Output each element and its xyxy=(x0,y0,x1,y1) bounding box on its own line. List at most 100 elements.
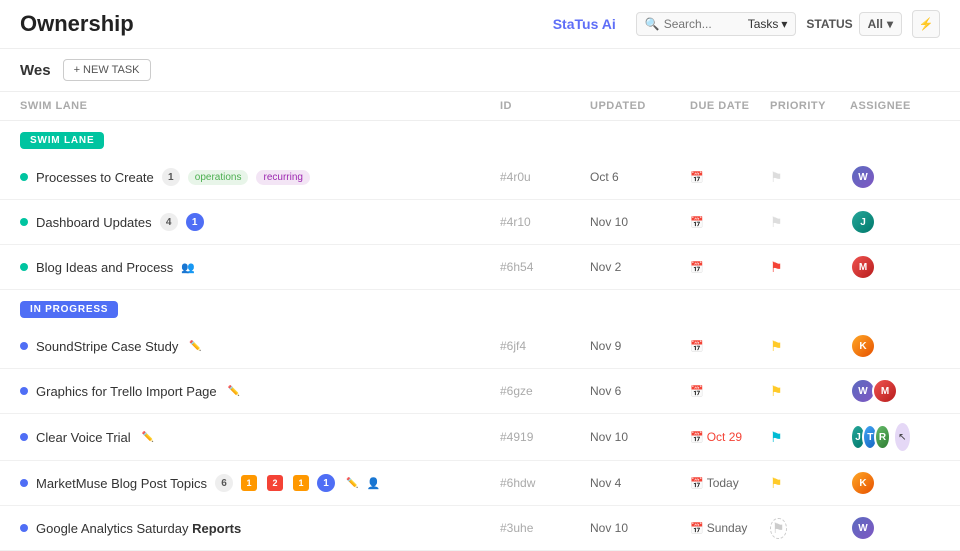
task-due: 📅 Sunday xyxy=(690,521,770,535)
task-id: #3uhe xyxy=(500,521,590,535)
page-title: Ownership xyxy=(20,11,553,37)
col-updated: UPDATED xyxy=(590,100,690,112)
calendar-icon: 📅 xyxy=(690,522,704,535)
task-updated: Nov 4 xyxy=(590,476,690,490)
status-dot xyxy=(20,218,28,226)
task-name-cell: Blog Ideas and Process 👥 xyxy=(20,260,500,275)
status-dot xyxy=(20,387,28,395)
search-box[interactable]: 🔍 Tasks ▾ xyxy=(636,12,797,36)
task-id: #4919 xyxy=(500,430,590,444)
chevron-down-icon: ▾ xyxy=(781,17,787,31)
calendar-icon: 📅 xyxy=(690,431,704,444)
col-priority: PRIORITY xyxy=(770,100,850,112)
task-due: 📅 xyxy=(690,216,770,229)
task-updated: Nov 10 xyxy=(590,430,690,444)
sub-badge-3: 1 xyxy=(293,475,309,491)
avatar: K xyxy=(850,333,876,359)
task-id: #6jf4 xyxy=(500,339,590,353)
task-name: Google Analytics Saturday Reports xyxy=(36,521,241,536)
task-id: #4r0u xyxy=(500,170,590,184)
status-dot xyxy=(20,342,28,350)
priority-cell: ⚑ xyxy=(770,169,850,186)
header-controls: StaTus Ai 🔍 Tasks ▾ STATUS All ▾ ⚡ xyxy=(553,10,940,38)
task-name-cell: Google Analytics Saturday Reports xyxy=(20,521,500,536)
priority-flag-red: ⚑ xyxy=(770,259,783,276)
in-progress-badge: IN PROGRESS xyxy=(20,301,118,318)
task-name-cell: SoundStripe Case Study ✏️ xyxy=(20,339,500,354)
priority-cell: ⚑ xyxy=(770,338,850,355)
tag-recurring: recurring xyxy=(256,170,309,185)
task-name: MarketMuse Blog Post Topics xyxy=(36,476,207,491)
task-id: #6gze xyxy=(500,384,590,398)
table-row[interactable]: Graphics for Trello Import Page ✏️ #6gze… xyxy=(0,369,960,414)
task-id: #6h54 xyxy=(500,260,590,274)
edit-icon[interactable]: ✏️ xyxy=(189,341,201,352)
priority-cell: ⚑ xyxy=(770,259,850,276)
col-id: ID xyxy=(500,100,590,112)
edit-icon[interactable]: ✏️ xyxy=(346,478,358,489)
table-row[interactable]: SoundStripe Case Study ✏️ #6jf4 Nov 9 📅 … xyxy=(0,324,960,369)
people-icon: 👥 xyxy=(181,261,195,274)
task-name: Dashboard Updates xyxy=(36,215,152,230)
assignee-cell: K xyxy=(850,333,910,359)
avatar: W xyxy=(850,515,876,541)
col-assignee: ASSIGNEE xyxy=(850,100,910,112)
priority-cell: ⚑ xyxy=(770,518,850,539)
status-filter: STATUS All ▾ xyxy=(806,12,902,36)
calendar-icon: 📅 xyxy=(690,477,704,490)
due-date-text: Today xyxy=(707,476,739,490)
avatar: R xyxy=(874,424,890,450)
status-dot xyxy=(20,263,28,271)
task-updated: Nov 9 xyxy=(590,339,690,353)
avatar: M xyxy=(850,254,876,280)
badge-count: 1 xyxy=(162,168,180,186)
assignee-cell: M xyxy=(850,254,910,280)
table-row[interactable]: Dashboard Updates 4 1 #4r10 Nov 10 📅 ⚑ J xyxy=(0,200,960,245)
priority-cell: ⚑ xyxy=(770,214,850,231)
task-updated: Nov 10 xyxy=(590,215,690,229)
task-due: 📅 Today xyxy=(690,476,770,490)
sub-badge-2: 2 xyxy=(267,475,283,491)
search-input[interactable] xyxy=(664,17,744,31)
status-dot xyxy=(20,479,28,487)
table-row[interactable]: Blog Ideas and Process 👥 #6h54 Nov 2 📅 ⚑… xyxy=(0,245,960,290)
badge-extra-1: 1 xyxy=(317,474,335,492)
tasks-dropdown-trigger[interactable]: Tasks ▾ xyxy=(748,17,788,31)
task-name: Processes to Create xyxy=(36,170,154,185)
table-row[interactable]: Processes to Create 1 operations recurri… xyxy=(0,155,960,200)
filter-button[interactable]: ⚡ xyxy=(912,10,940,38)
status-all-dropdown[interactable]: All ▾ xyxy=(859,12,902,36)
assignee-cell: K xyxy=(850,470,910,496)
cursor-indicator: ↖ xyxy=(895,423,910,451)
chevron-down-icon: ▾ xyxy=(887,17,893,31)
new-task-button[interactable]: + NEW TASK xyxy=(63,59,151,81)
task-name-cell: MarketMuse Blog Post Topics 6 1 2 1 1 ✏️… xyxy=(20,474,500,492)
status-dot xyxy=(20,173,28,181)
badge-count-6: 6 xyxy=(215,474,233,492)
task-name-cell: Graphics for Trello Import Page ✏️ xyxy=(20,384,500,399)
task-due: 📅 xyxy=(690,385,770,398)
edit-icon[interactable]: ✏️ xyxy=(228,386,240,397)
avatar: K xyxy=(850,470,876,496)
badge-count: 4 xyxy=(160,213,178,231)
task-name-cell: Dashboard Updates 4 1 xyxy=(20,213,500,231)
task-due: 📅 xyxy=(690,340,770,353)
assignee-cell: J xyxy=(850,209,910,235)
table-row[interactable]: Google Analytics Saturday Reports #3uhe … xyxy=(0,506,960,551)
table-row[interactable]: MarketMuse Blog Post Topics 6 1 2 1 1 ✏️… xyxy=(0,461,960,506)
badge-extra: 1 xyxy=(186,213,204,231)
assignee-cell: J T R ↖ xyxy=(850,423,910,451)
task-name: Graphics for Trello Import Page xyxy=(36,384,217,399)
task-name: Blog Ideas and Process xyxy=(36,260,173,275)
assignee-cell: W xyxy=(850,164,910,190)
assignee-cell: W M xyxy=(850,378,910,404)
table-row[interactable]: Clear Voice Trial ✏️ #4919 Nov 10 📅 Oct … xyxy=(0,414,960,461)
priority-flag-yellow: ⚑ xyxy=(770,475,783,492)
header: Ownership StaTus Ai 🔍 Tasks ▾ STATUS All… xyxy=(0,0,960,49)
calendar-icon: 📅 xyxy=(690,216,704,229)
status-ai-label: StaTus Ai xyxy=(553,16,616,32)
priority-flag-cyan: ⚑ xyxy=(770,429,783,446)
in-progress-section-header: IN PROGRESS xyxy=(0,290,960,324)
edit-icon[interactable]: ✏️ xyxy=(142,432,154,443)
task-id: #4r10 xyxy=(500,215,590,229)
